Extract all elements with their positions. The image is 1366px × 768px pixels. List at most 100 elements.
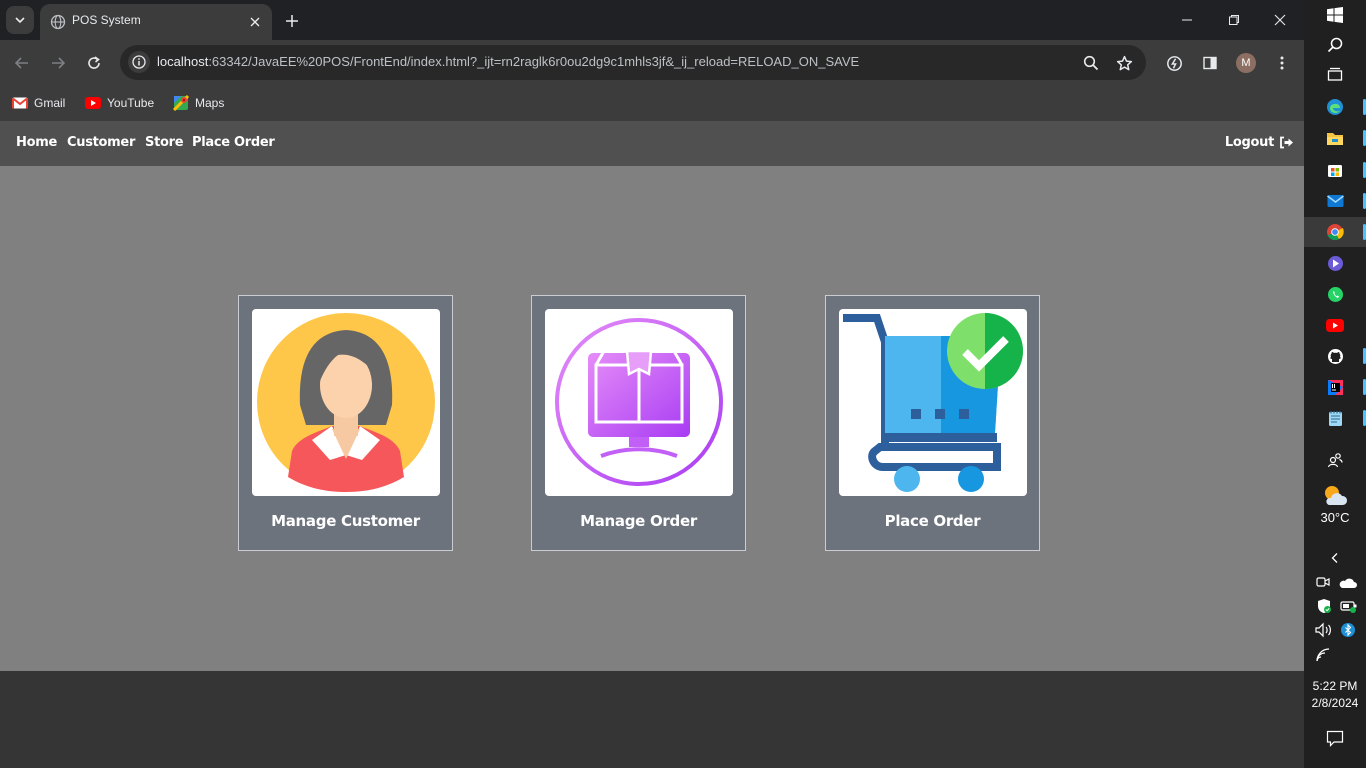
- sign-out-icon: [1280, 136, 1293, 149]
- start-button[interactable]: [1304, 0, 1366, 30]
- taskbar-edge[interactable]: [1304, 92, 1366, 122]
- bookmarks-bar: Gmail YouTube Maps: [0, 86, 1304, 121]
- place-order-card[interactable]: Place Order: [825, 295, 1040, 551]
- taskbar-whatsapp[interactable]: [1304, 279, 1366, 309]
- minimize-button[interactable]: [1164, 0, 1210, 40]
- bookmark-label: Maps: [195, 96, 225, 110]
- arrow-left-icon: [14, 57, 28, 69]
- wifi-icon[interactable]: [1315, 647, 1333, 665]
- profile-avatar[interactable]: M: [1236, 53, 1256, 73]
- nav-place-order[interactable]: Place Order: [192, 135, 275, 150]
- bookmark-maps[interactable]: Maps: [173, 92, 224, 114]
- shopping-cart-check-icon: [839, 309, 1027, 496]
- taskbar-github[interactable]: [1304, 341, 1366, 371]
- windows-logo-icon: [1327, 7, 1343, 23]
- weather-temperature[interactable]: 30°C: [1304, 510, 1366, 525]
- new-tab-button[interactable]: [280, 9, 304, 33]
- meet-now-icon[interactable]: [1316, 574, 1332, 590]
- logout-button[interactable]: Logout: [1225, 135, 1294, 150]
- notepad-icon: [1328, 410, 1342, 426]
- search-icon: [1327, 37, 1343, 53]
- task-view-button[interactable]: [1304, 60, 1366, 90]
- taskbar-file-explorer[interactable]: [1304, 123, 1366, 153]
- maps-icon: [173, 95, 189, 111]
- more-vertical-icon: [1280, 56, 1284, 70]
- nav-customer[interactable]: Customer: [67, 135, 135, 150]
- restore-button[interactable]: [1211, 0, 1257, 40]
- side-panel-icon: [1203, 56, 1217, 70]
- bookmark-gmail[interactable]: Gmail: [12, 92, 65, 114]
- manage-order-card[interactable]: Manage Order: [531, 295, 746, 551]
- taskbar-intellij[interactable]: [1304, 372, 1366, 402]
- tab-strip: POS System: [0, 0, 1304, 40]
- address-bar[interactable]: localhost:63342/JavaEE%20POS/FrontEnd/in…: [120, 45, 1146, 80]
- close-icon: [1274, 14, 1286, 26]
- security-icon[interactable]: [1316, 598, 1332, 614]
- browser-window: POS System localhost:63342/JavaEE%20POS/…: [0, 0, 1304, 768]
- clock-date[interactable]: 2/8/2024: [1304, 696, 1366, 710]
- bluetooth-icon[interactable]: [1341, 622, 1357, 638]
- tab-search-button[interactable]: [6, 6, 34, 34]
- taskbar-people[interactable]: [1304, 445, 1366, 475]
- manage-customer-card[interactable]: Manage Customer: [238, 295, 453, 551]
- notification-icon: [1326, 730, 1344, 747]
- github-icon: [1327, 348, 1343, 364]
- back-button[interactable]: [10, 51, 34, 75]
- taskbar-notepad[interactable]: [1304, 403, 1366, 433]
- people-icon: [1327, 453, 1343, 468]
- web-page: Home Customer Store Place Order Logout M…: [0, 121, 1304, 768]
- youtube-icon: [85, 95, 101, 111]
- edge-icon: [1327, 99, 1343, 115]
- taskbar-chrome[interactable]: [1304, 217, 1366, 247]
- bookmark-label: Gmail: [34, 96, 66, 110]
- bookmark-star-button[interactable]: [1114, 53, 1134, 73]
- taskbar-store[interactable]: [1304, 155, 1366, 185]
- close-window-button[interactable]: [1257, 0, 1303, 40]
- reload-icon: [88, 56, 100, 69]
- taskbar-mail[interactable]: [1304, 186, 1366, 216]
- browser-toolbar: localhost:63342/JavaEE%20POS/FrontEnd/in…: [0, 40, 1304, 86]
- extension-button[interactable]: [1163, 52, 1185, 74]
- tab-close-button[interactable]: [246, 13, 264, 31]
- store-icon: [1328, 165, 1342, 177]
- bookmark-youtube[interactable]: YouTube: [85, 92, 154, 114]
- taskbar-youtube[interactable]: [1304, 310, 1366, 340]
- copilot-icon: [1327, 255, 1343, 271]
- mail-icon: [1326, 195, 1344, 207]
- close-icon: [250, 17, 260, 27]
- performance-icon: [1166, 55, 1182, 71]
- card-label: Place Order: [884, 512, 981, 530]
- side-panel-button[interactable]: [1199, 52, 1221, 74]
- weather-sun-cloud-icon: [1325, 486, 1348, 505]
- arrow-right-icon: [52, 57, 66, 69]
- onedrive-icon[interactable]: [1339, 574, 1359, 590]
- restore-icon: [1229, 15, 1239, 25]
- order-box-icon: [545, 309, 733, 496]
- app-navbar: Home Customer Store Place Order Logout: [0, 121, 1304, 166]
- minimize-icon: [1182, 19, 1192, 21]
- windows-taskbar: 30°C 5:22 PM 2/8/2024: [1304, 0, 1366, 768]
- show-hidden-icons-button[interactable]: [1304, 543, 1366, 573]
- info-icon: [132, 55, 146, 69]
- clock-time[interactable]: 5:22 PM: [1304, 679, 1366, 693]
- youtube-icon: [1326, 318, 1344, 332]
- volume-icon[interactable]: [1315, 622, 1333, 638]
- url-path: :63342/JavaEE%20POS/FrontEnd/index.html?…: [208, 54, 860, 69]
- weather-widget[interactable]: [1304, 480, 1366, 510]
- tab-active[interactable]: POS System: [40, 4, 272, 40]
- reload-button[interactable]: [82, 51, 106, 75]
- nav-home[interactable]: Home: [16, 135, 57, 150]
- battery-icon[interactable]: [1340, 598, 1358, 614]
- url-host: localhost: [157, 54, 209, 69]
- logout-label: Logout: [1224, 135, 1274, 150]
- notification-center-button[interactable]: [1304, 723, 1366, 753]
- taskbar-copilot[interactable]: [1304, 248, 1366, 278]
- star-icon: [1116, 55, 1132, 70]
- dashboard-area: Manage Customer Manage Order Place Order: [0, 166, 1304, 671]
- menu-button[interactable]: [1271, 52, 1293, 74]
- zoom-button[interactable]: [1081, 53, 1101, 73]
- nav-store[interactable]: Store: [145, 135, 184, 150]
- search-button[interactable]: [1304, 30, 1366, 60]
- site-info-button[interactable]: [128, 51, 150, 73]
- forward-button[interactable]: [46, 51, 70, 75]
